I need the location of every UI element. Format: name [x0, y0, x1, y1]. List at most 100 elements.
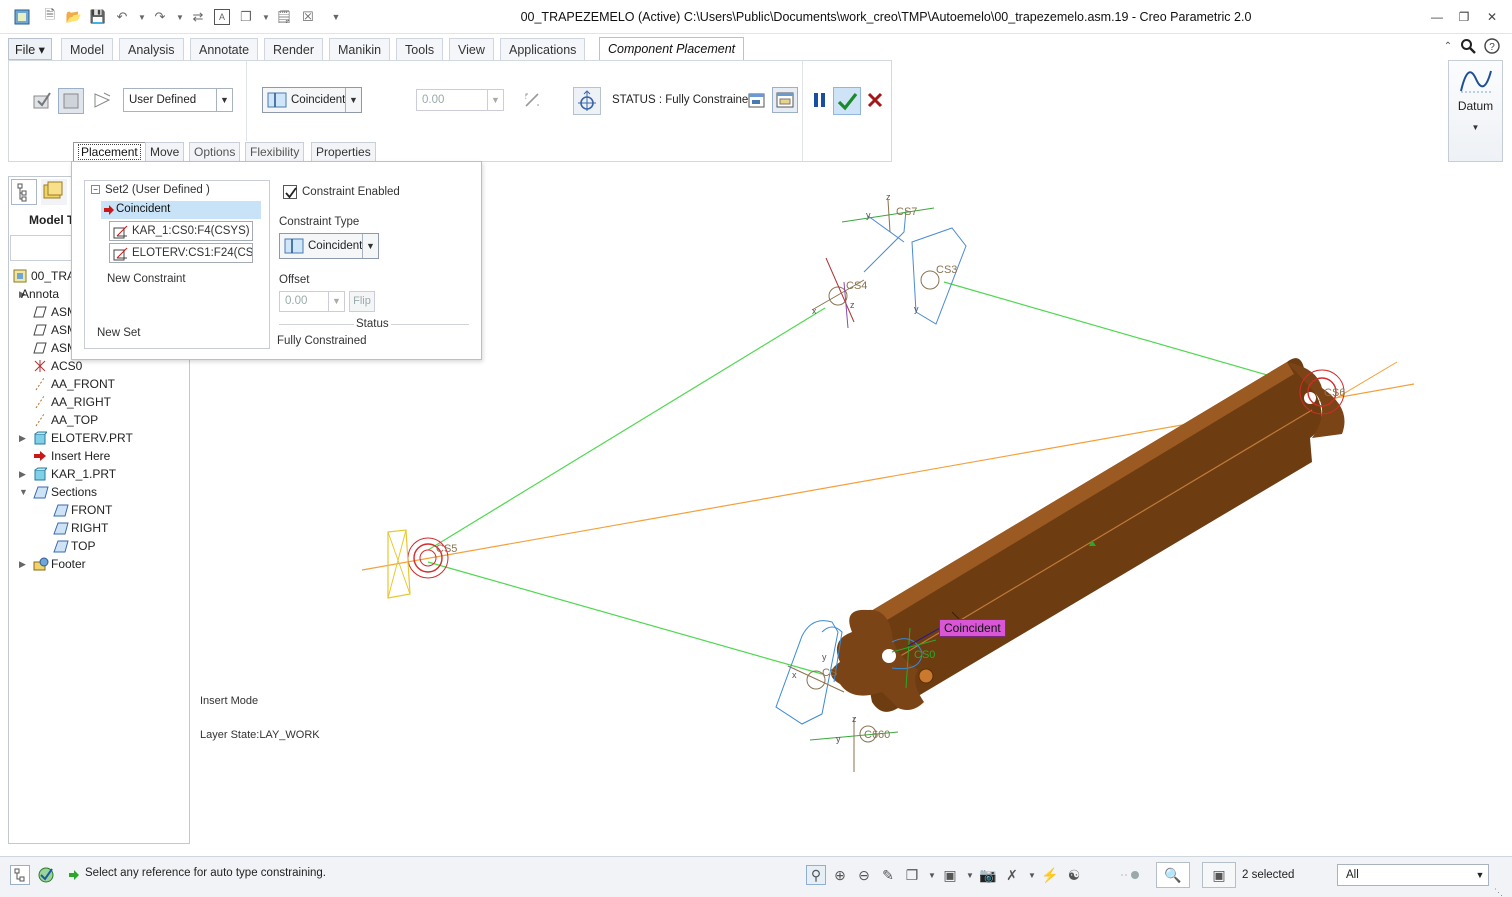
constraint-row-selected[interactable]: Coincident — [101, 201, 261, 219]
cancel-x-icon[interactable] — [864, 89, 886, 111]
resize-grip-icon[interactable]: ⋱ — [1494, 887, 1503, 897]
help-icon[interactable]: ? — [1484, 38, 1500, 54]
tree-item[interactable]: ▼ Sections — [9, 483, 189, 501]
tree-item-label: Insert Here — [51, 449, 111, 463]
tab-options[interactable]: Options — [189, 142, 241, 162]
flip-icon[interactable]: ↕ — [521, 89, 543, 111]
saved-views-icon[interactable]: ❐ — [902, 865, 922, 885]
tree-item[interactable]: ▶ Footer — [9, 555, 189, 573]
coincident-tag[interactable]: Coincident — [939, 619, 1006, 637]
tab-placement[interactable]: Placement — [73, 142, 146, 162]
panel-offset-input[interactable]: 0.00 ▼ — [279, 291, 345, 312]
tree-item[interactable]: RIGHT — [9, 519, 189, 537]
show-component-icon[interactable] — [31, 89, 53, 111]
layer-state-label: Layer State:LAY_WORK — [200, 729, 320, 741]
reference-1[interactable]: KAR_1:CS0:F4(CSYS) — [109, 221, 253, 241]
tab-applications[interactable]: Applications — [500, 38, 586, 60]
new-constraint-link[interactable]: New Constraint — [107, 273, 186, 285]
offset-input[interactable]: 0.00 ▼ — [416, 89, 504, 111]
annotation-display-icon[interactable]: ⚡ — [1040, 865, 1060, 885]
datum-display-menu-icon[interactable]: ▼ — [1022, 865, 1042, 885]
tree-item[interactable]: Insert Here — [9, 447, 189, 465]
datum-display-icon[interactable]: ✗ — [1002, 865, 1022, 885]
tree-item-label: Annota — [21, 287, 60, 301]
minimize-icon[interactable]: — — [1427, 9, 1447, 25]
display-style-menu-icon[interactable]: ▼ — [960, 865, 980, 885]
tab-view[interactable]: View — [449, 38, 494, 60]
tree-item[interactable]: AA_TOP — [9, 411, 189, 429]
set-type-select[interactable]: User Defined ▼ — [123, 88, 233, 112]
search-icon[interactable] — [1460, 38, 1476, 54]
tab-analysis[interactable]: Analysis — [119, 38, 184, 60]
insert-mode-label: Insert Mode — [200, 695, 259, 707]
find-icon[interactable]: 🔍 — [1156, 862, 1190, 888]
collapse-icon[interactable]: − — [91, 185, 100, 194]
tree-item[interactable]: TOP — [9, 537, 189, 555]
reference-2[interactable]: ELOTERV:CS1:F24(CSY — [109, 243, 253, 263]
tab-render[interactable]: Render — [264, 38, 323, 60]
expand-arrow-icon[interactable]: ▶ — [19, 429, 29, 447]
minimize-ribbon-icon[interactable]: ⌃ — [1440, 38, 1456, 54]
placement-status-icon[interactable] — [573, 87, 601, 115]
pause-icon[interactable] — [809, 89, 831, 111]
new-set-link[interactable]: New Set — [97, 327, 140, 339]
model-tree-tab-icon[interactable] — [11, 179, 37, 205]
tree-item-label: TOP — [71, 539, 96, 553]
refit-icon[interactable]: ⚲ — [806, 865, 826, 885]
selection-filter-select[interactable]: All ▼ — [1337, 864, 1489, 886]
tree-item[interactable]: ▶ KAR_1.PRT — [9, 465, 189, 483]
browser-toggle-icon[interactable] — [36, 865, 56, 885]
tree-item[interactable]: FRONT — [9, 501, 189, 519]
display-style-icon[interactable]: ▣ — [940, 865, 960, 885]
tree-item[interactable]: ▶ ELOTERV.PRT — [9, 429, 189, 447]
window-title: 00_TRAPEZEMELO (Active) C:\Users\Public\… — [520, 10, 1252, 24]
collapse-arrow-icon[interactable]: ▼ — [19, 483, 29, 501]
main-window-icon[interactable] — [772, 87, 798, 113]
tab-component-placement[interactable]: Component Placement — [599, 37, 745, 61]
saved-views-menu-icon[interactable]: ▼ — [922, 865, 942, 885]
zoom-in-icon[interactable]: ⊕ — [830, 865, 850, 885]
datum-button[interactable]: Datum ▼ — [1448, 60, 1503, 162]
tab-tools[interactable]: Tools — [396, 38, 444, 60]
constraint-enabled-checkbox[interactable] — [283, 185, 297, 199]
tab-flexibility[interactable]: Flexibility — [245, 142, 305, 162]
model-tree-header: Model T — [29, 213, 75, 227]
tab-manikin[interactable]: Manikin — [329, 38, 391, 60]
view-manager-icon[interactable]: 📷 — [978, 865, 998, 885]
tree-item-label: AA_RIGHT — [51, 395, 112, 409]
separate-window-icon[interactable] — [58, 88, 84, 114]
selection-icon[interactable]: ▣ — [1202, 862, 1236, 888]
preview-window-icon[interactable] — [746, 89, 768, 111]
spin-center-icon[interactable]: ☯ — [1064, 865, 1084, 885]
zoom-out-icon[interactable]: ⊖ — [854, 865, 874, 885]
navigator-toggle-icon[interactable] — [10, 865, 30, 885]
assembly-window-icon[interactable] — [91, 89, 113, 111]
set-name[interactable]: Set2 (User Defined ) — [105, 184, 210, 196]
tree-item[interactable]: AA_RIGHT — [9, 393, 189, 411]
folder-browser-tab-icon[interactable] — [41, 179, 67, 205]
selected-count[interactable]: 2 selected — [1242, 869, 1294, 881]
tree-item-label: AA_FRONT — [51, 377, 116, 391]
panel-constraint-type-select[interactable]: Coincident ▼ — [279, 233, 379, 259]
regen-status-icon — [1120, 865, 1140, 885]
accept-check-icon[interactable] — [833, 87, 861, 115]
tab-model[interactable]: Model — [61, 38, 114, 60]
expand-arrow-icon[interactable]: ▶ — [19, 465, 29, 483]
constraint-set-list: − Set2 (User Defined ) Coincident KAR_1:… — [84, 180, 270, 349]
tab-move[interactable]: Move — [145, 142, 185, 162]
placement-panel: − Set2 (User Defined ) Coincident KAR_1:… — [71, 161, 482, 360]
flip-button[interactable]: Flip — [349, 291, 375, 312]
tab-properties[interactable]: Properties — [311, 142, 376, 162]
file-menu-button[interactable]: File ▾ — [8, 38, 52, 60]
tree-item[interactable]: AA_FRONT — [9, 375, 189, 393]
axis-letter-y: y — [914, 304, 919, 314]
expand-arrow-icon[interactable]: ▶ — [19, 555, 29, 573]
repaint-icon[interactable]: ✎ — [878, 865, 898, 885]
csys-label-cs6: CS6 — [1324, 387, 1345, 399]
svg-text:↕: ↕ — [524, 94, 528, 101]
constraint-type-select[interactable]: Coincident ▼ — [262, 87, 362, 113]
datum-label: Datum — [1457, 99, 1494, 113]
restore-icon[interactable]: ❐ — [1454, 9, 1474, 25]
tab-annotate[interactable]: Annotate — [190, 38, 259, 60]
close-icon[interactable]: ✕ — [1482, 9, 1502, 25]
